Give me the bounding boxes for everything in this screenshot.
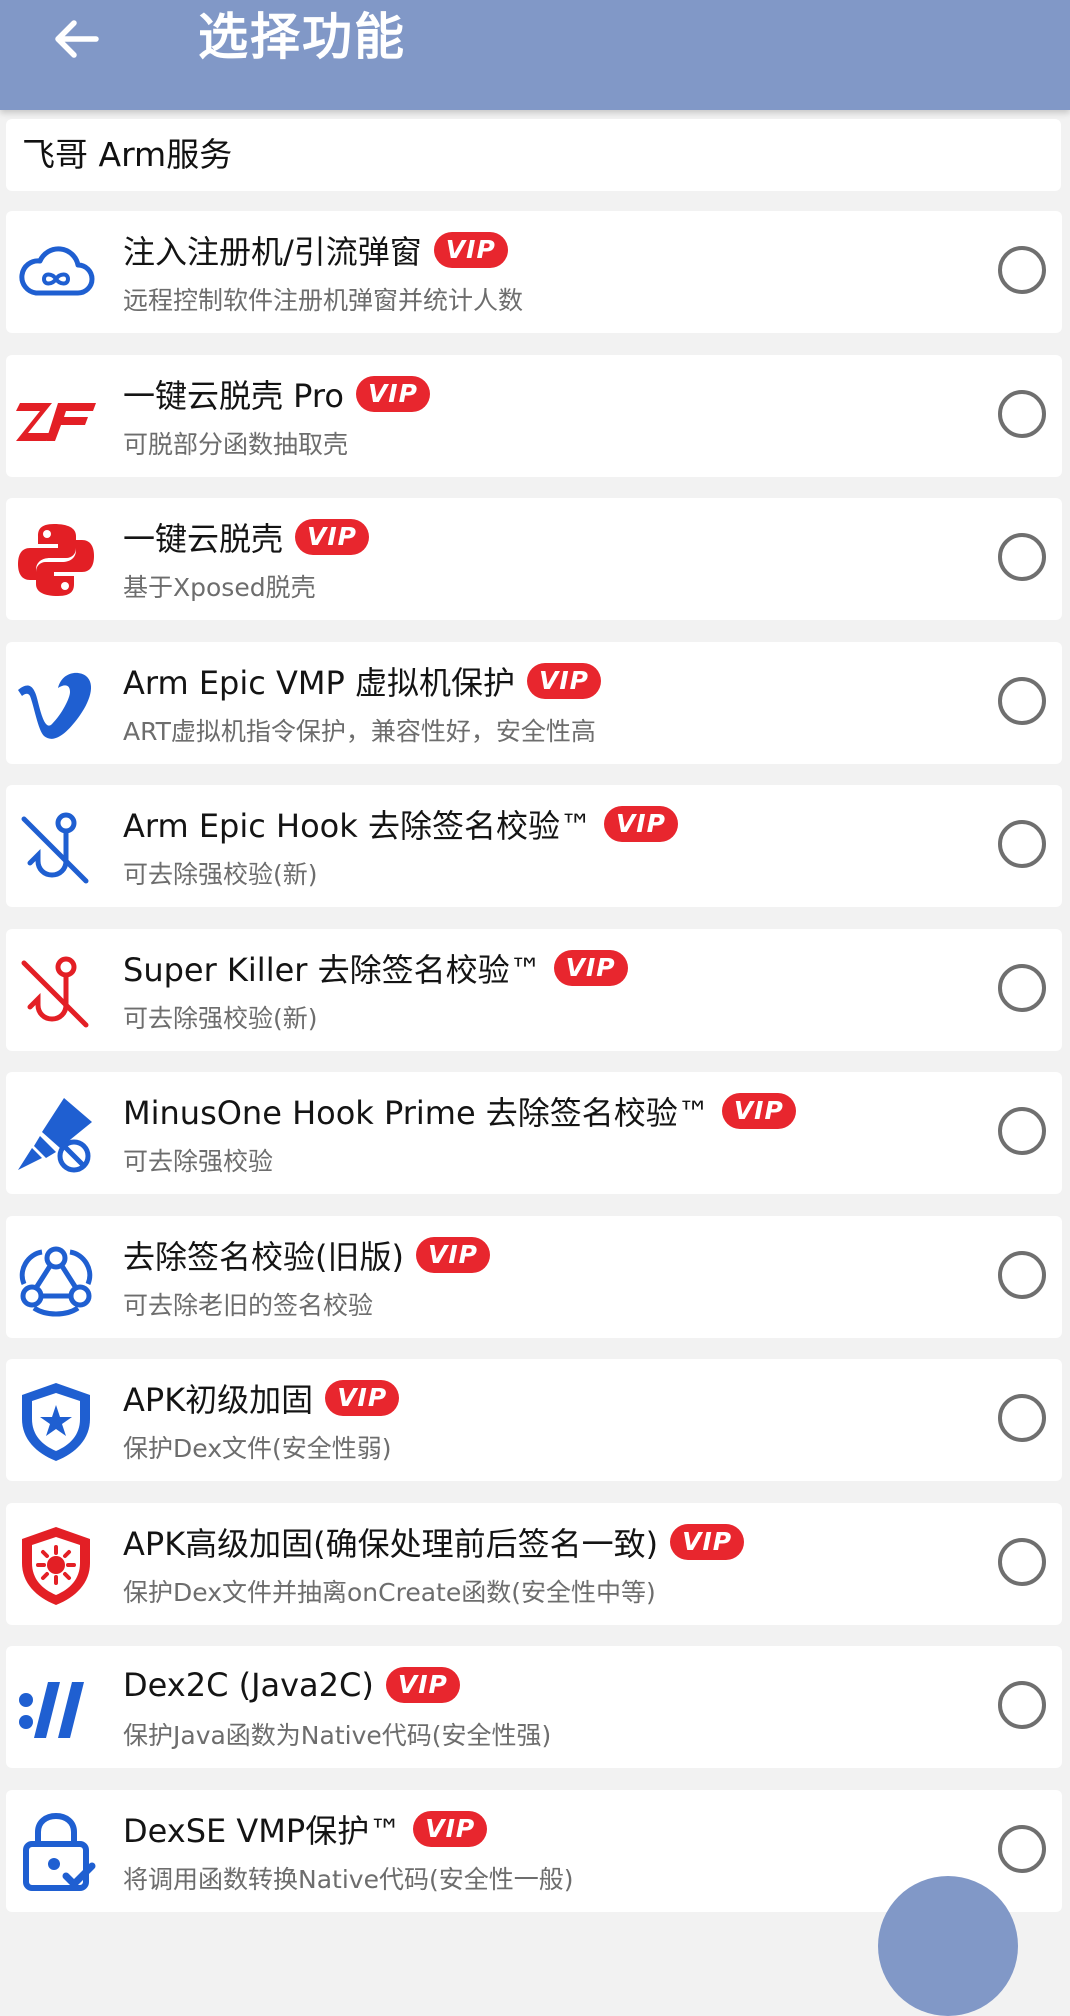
- list-item[interactable]: APK高级加固(确保处理前后签名一致) VIP 保护Dex文件并抽离onCreate…: [6, 1502, 1062, 1625]
- list-item[interactable]: 一键云脱壳 Pro VIP 可脱部分函数抽取壳: [6, 354, 1062, 477]
- item-title-line: 一键云脱壳 Pro VIP: [123, 369, 430, 419]
- item-title-line: DexSE VMP保护™ VIP: [123, 1804, 488, 1854]
- list-item[interactable]: 一键云脱壳 VIP 基于Xposed脱壳: [6, 498, 1062, 620]
- list-item[interactable]: 注入注册机/引流弹窗 VIP 远程控制软件注册机弹窗并统计人数: [6, 211, 1062, 333]
- item-subtitle: 可去除强校验(新): [123, 1003, 318, 1033]
- lock-check-icon: [14, 1810, 98, 1894]
- vip-badge: VIP: [413, 1810, 488, 1847]
- item-subtitle: ART虚拟机指令保护，兼容性好，安全性高: [123, 716, 596, 746]
- item-subtitle: 可去除强校验: [123, 1147, 274, 1176]
- section-label: 飞哥 Arm服务: [22, 135, 233, 174]
- item-title-line: MinusOne Hook Prime 去除签名校验™ VIP: [123, 1086, 796, 1136]
- vip-badge: VIP: [721, 1093, 796, 1129]
- item-title: 一键云脱壳: [123, 520, 284, 558]
- item-title: Dex2C (Java2C): [123, 1666, 374, 1704]
- item-subtitle: 将调用函数转换Native代码(安全性一般): [123, 1864, 574, 1894]
- shield-star-icon: [14, 1379, 98, 1463]
- vip-badge: VIP: [433, 232, 508, 268]
- fab-button[interactable]: [878, 1876, 1018, 2016]
- item-subtitle: 保护Java函数为Native代码(安全性强): [123, 1721, 552, 1750]
- arrow-left-icon: [55, 20, 99, 58]
- vip-badge: VIP: [670, 1523, 745, 1560]
- item-title: 注入注册机/引流弹窗: [123, 233, 422, 271]
- item-title: Super Killer 去除签名校验™: [123, 950, 542, 989]
- webhook-icon: [14, 1236, 98, 1320]
- back-button[interactable]: [44, 6, 110, 72]
- item-subtitle: 保护Dex文件(安全性弱): [123, 1434, 392, 1463]
- vip-badge: VIP: [527, 662, 601, 699]
- radio-button[interactable]: [998, 533, 1046, 581]
- hook-off-icon: [14, 805, 98, 889]
- radio-button[interactable]: [998, 1107, 1046, 1155]
- v-logo-icon: [14, 662, 98, 746]
- item-title: 去除签名校验(旧版): [123, 1237, 404, 1276]
- vip-badge: VIP: [385, 1667, 460, 1703]
- radio-button[interactable]: [998, 1250, 1046, 1299]
- vip-badge: VIP: [295, 519, 369, 555]
- item-title: Arm Epic Hook 去除签名校验™: [123, 807, 592, 845]
- item-title-line: APK高级加固(确保处理前后签名一致) VIP: [123, 1517, 745, 1567]
- item-title-line: Arm Epic Hook 去除签名校验™ VIP: [123, 799, 678, 849]
- hook-off-red-icon: [14, 949, 98, 1033]
- item-subtitle: 可去除强校验(新): [123, 860, 318, 889]
- item-title: DexSE VMP保护™: [123, 1811, 402, 1850]
- item-title-line: Super Killer 去除签名校验™ VIP: [123, 943, 628, 993]
- list-item[interactable]: Arm Epic Hook 去除签名校验™ VIP 可去除强校验(新): [6, 785, 1062, 907]
- item-title-line: 注入注册机/引流弹窗 VIP: [123, 225, 508, 275]
- item-subtitle: 保护Dex文件并抽离onCreate函数(安全性中等): [123, 1577, 656, 1607]
- item-subtitle: 基于Xposed脱壳: [123, 573, 316, 602]
- item-title: APK高级加固(确保处理前后签名一致): [123, 1524, 659, 1563]
- list-item[interactable]: MinusOne Hook Prime 去除签名校验™ VIP 可去除强校验: [6, 1072, 1062, 1194]
- list-item[interactable]: 去除签名校验(旧版) VIP 可去除老旧的签名校验: [6, 1215, 1062, 1338]
- item-subtitle: 可脱部分函数抽取壳: [123, 429, 349, 459]
- radio-button[interactable]: [998, 1824, 1046, 1873]
- vip-badge: VIP: [355, 375, 430, 412]
- vip-badge: VIP: [603, 806, 678, 842]
- slashes-logo-icon: [14, 1666, 98, 1750]
- list-item[interactable]: Dex2C (Java2C) VIP 保护Java函数为Native代码(安全性强): [6, 1646, 1062, 1768]
- item-title: Arm Epic VMP 虚拟机保护: [123, 663, 515, 702]
- vip-badge: VIP: [325, 1380, 400, 1416]
- item-subtitle: 远程控制软件注册机弹窗并统计人数: [123, 286, 524, 315]
- item-title-line: 一键云脱壳 VIP: [123, 512, 369, 562]
- section-header: 飞哥 Arm服务: [6, 119, 1061, 191]
- radio-button[interactable]: [998, 1537, 1046, 1586]
- page-title: 选择功能: [198, 8, 406, 66]
- radio-button[interactable]: [998, 389, 1046, 438]
- shield-sun-icon: [14, 1523, 98, 1607]
- item-title-line: Arm Epic VMP 虚拟机保护 VIP: [123, 656, 601, 706]
- item-title-line: Dex2C (Java2C) VIP: [123, 1660, 460, 1710]
- cloud-infinity-icon: [14, 231, 98, 315]
- list-item[interactable]: APK初级加固 VIP 保护Dex文件(安全性弱): [6, 1359, 1062, 1481]
- radio-button[interactable]: [998, 1681, 1046, 1729]
- radio-button[interactable]: [998, 676, 1046, 725]
- radio-button[interactable]: [998, 820, 1046, 868]
- list-item[interactable]: Arm Epic VMP 虚拟机保护 VIP ART虚拟机指令保护，兼容性好，安全性…: [6, 641, 1062, 764]
- function-list: 注入注册机/引流弹窗 VIP 远程控制软件注册机弹窗并统计人数 一键云脱壳 Pro V…: [6, 211, 1062, 1933]
- radio-button[interactable]: [998, 246, 1046, 294]
- app-bar: 选择功能: [0, 0, 1070, 110]
- item-subtitle: 可去除老旧的签名校验: [123, 1290, 374, 1320]
- item-title-line: APK初级加固 VIP: [123, 1373, 400, 1423]
- item-title: APK初级加固: [123, 1381, 314, 1419]
- radio-button[interactable]: [998, 1394, 1046, 1442]
- item-title: 一键云脱壳 Pro: [123, 376, 344, 415]
- marker-block-icon: [14, 1092, 98, 1176]
- zf-logo-icon: [14, 375, 98, 459]
- radio-button[interactable]: [998, 963, 1046, 1012]
- item-title-line: 去除签名校验(旧版) VIP: [123, 1230, 490, 1280]
- list-item[interactable]: Super Killer 去除签名校验™ VIP 可去除强校验(新): [6, 928, 1062, 1051]
- item-title: MinusOne Hook Prime 去除签名校验™: [123, 1094, 710, 1132]
- vip-badge: VIP: [415, 1236, 490, 1273]
- vip-badge: VIP: [553, 949, 628, 986]
- python-logo-icon: [14, 518, 98, 602]
